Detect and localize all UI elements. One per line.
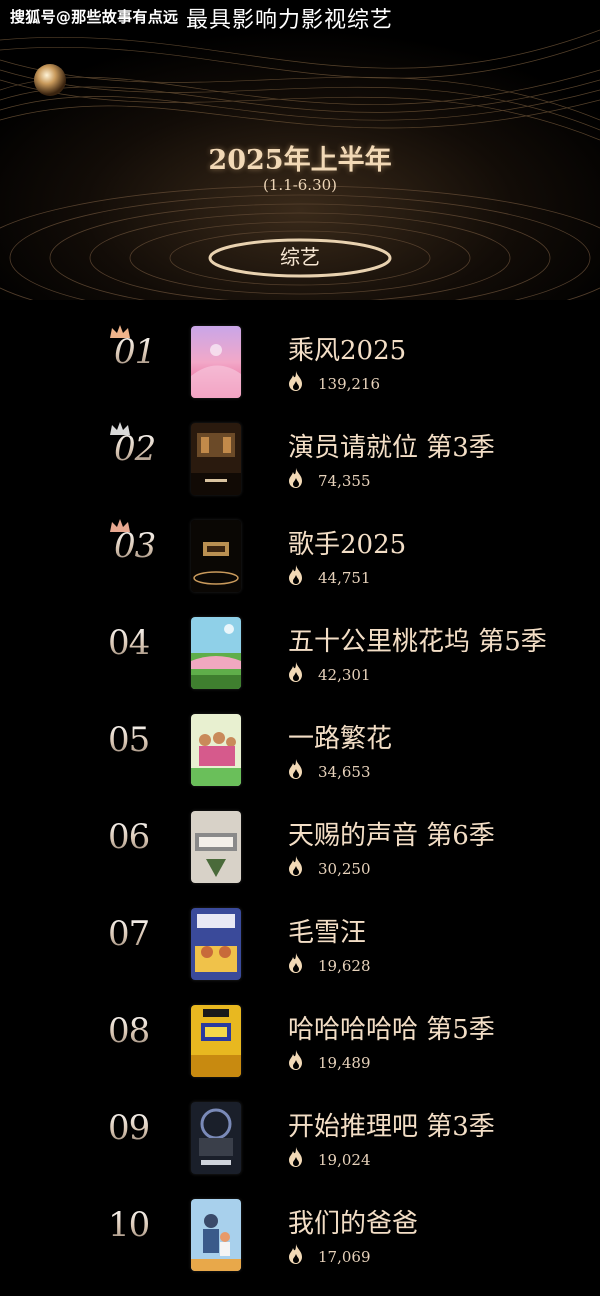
show-title: 天赐的声音 第6季 (288, 821, 495, 851)
rank-number: 04 (108, 623, 178, 663)
flame-icon (289, 1244, 302, 1264)
heat-value: 30,250 (318, 860, 371, 878)
show-title: 乘风2025 (288, 336, 407, 366)
rank-number: 07 (108, 914, 178, 954)
ranking-row[interactable]: 03 歌手2025 44,751 (0, 519, 600, 600)
show-title: 一路繁花 (288, 724, 393, 754)
rank-number: 03 (114, 526, 184, 566)
ranking-row[interactable]: 09 开始推理吧 第3季 19,024 (0, 1102, 600, 1182)
heat-value: 44,751 (318, 569, 371, 587)
heat-value: 17,069 (318, 1248, 371, 1266)
poster-image (191, 423, 241, 495)
flame-icon (289, 1050, 302, 1070)
rank-number: 06 (108, 817, 178, 857)
flame-icon (289, 953, 302, 973)
poster-image (191, 326, 241, 398)
rank-number: 10 (108, 1205, 178, 1245)
ranking-row[interactable]: 10 我们的爸爸 17,069 (0, 1199, 600, 1279)
flame-icon (289, 565, 302, 585)
ranking-row[interactable]: 07 毛雪汪 19,628 (0, 908, 600, 988)
flame-icon (289, 468, 302, 488)
show-title: 演员请就位 第3季 (288, 433, 495, 463)
poster-image (191, 1199, 241, 1271)
show-title: 毛雪汪 (288, 918, 367, 948)
rank-number: 02 (114, 429, 184, 469)
poster-image (191, 1005, 241, 1077)
show-title: 哈哈哈哈哈 第5季 (288, 1015, 495, 1045)
period-title: 2025年上半年 (208, 145, 392, 176)
ranking-row[interactable]: 04 五十公里桃花坞 第5季 42,301 (0, 617, 600, 697)
poster-image (191, 811, 241, 883)
ranking-row[interactable]: 05 一路繁花 34,653 (0, 714, 600, 794)
flame-icon (289, 759, 302, 779)
ranking-row[interactable]: 02 演员请就位 第3季 74,355 (0, 422, 600, 503)
rank-number: 08 (108, 1011, 178, 1051)
show-title: 五十公里桃花坞 第5季 (288, 627, 547, 657)
poster-image (191, 908, 241, 980)
show-title: 开始推理吧 第3季 (288, 1112, 495, 1142)
heat-value: 19,024 (318, 1151, 371, 1169)
heat-value: 19,628 (318, 957, 371, 975)
rank-number: 01 (114, 332, 184, 372)
flame-icon (289, 371, 302, 391)
rank-number: 05 (108, 720, 178, 760)
show-title: 歌手2025 (288, 530, 407, 560)
heat-value: 19,489 (318, 1054, 371, 1072)
flame-icon (289, 662, 302, 682)
golden-orb-icon (34, 64, 66, 96)
poster-image (191, 1102, 241, 1174)
heat-value: 74,355 (318, 472, 371, 490)
page-title: 最具影响力影视综艺 (186, 8, 394, 33)
flame-icon (289, 856, 302, 876)
heat-value: 34,653 (318, 763, 371, 781)
ranking-row[interactable]: 06 天赐的声音 第6季 30,250 (0, 811, 600, 891)
heat-value: 139,216 (318, 375, 381, 393)
watermark: 搜狐号@那些故事有点远 (10, 8, 179, 26)
flame-icon (289, 1147, 302, 1167)
header-banner: 搜狐号@那些故事有点远 最具影响力影视综艺 2025年上半年 (1.1-6.30… (0, 0, 600, 300)
rank-number: 09 (108, 1108, 178, 1148)
poster-image (191, 617, 241, 689)
poster-image (191, 714, 241, 786)
period-range: (1.1-6.30) (262, 176, 338, 194)
heat-value: 42,301 (318, 666, 371, 684)
category-label: 综艺 (280, 245, 320, 269)
ranking-row[interactable]: 08 哈哈哈哈哈 第5季 19,489 (0, 1005, 600, 1085)
poster-image (191, 520, 241, 592)
show-title: 我们的爸爸 (288, 1209, 419, 1239)
ranking-row[interactable]: 01 乘风2025 139,216 (0, 325, 600, 406)
